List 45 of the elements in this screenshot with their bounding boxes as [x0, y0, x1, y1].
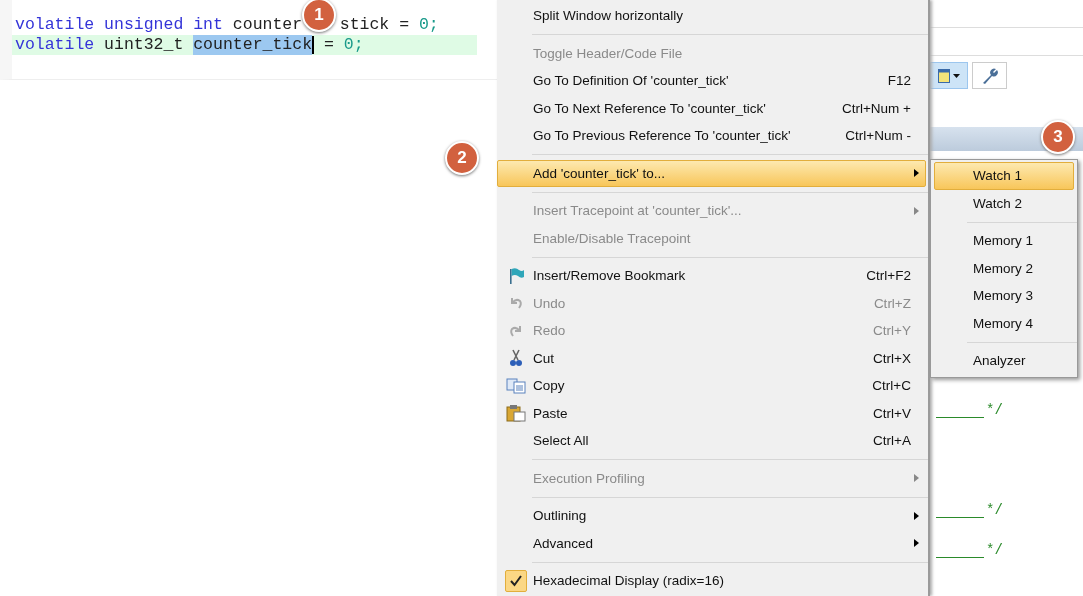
submenu-item[interactable]: Watch 1: [934, 162, 1074, 190]
selected-code-text: counter_tick: [193, 35, 313, 55]
code-text: volatile: [15, 15, 95, 35]
menu-item[interactable]: Hexadecimal Display (radix=16): [497, 567, 926, 595]
code-text: int: [193, 15, 223, 35]
copy-icon: [505, 377, 526, 394]
submenu-item[interactable]: Memory 4: [934, 309, 1074, 337]
step-badge: 3: [1041, 120, 1075, 154]
menu-item[interactable]: Outlining: [497, 502, 926, 530]
menu-item[interactable]: Insert/Remove Bookmark Ctrl+F2: [497, 262, 926, 290]
submenu-item[interactable]: Memory 1: [934, 227, 1074, 255]
code-comment: */: [986, 542, 1003, 558]
caret-icon: [953, 73, 960, 78]
submenu-item[interactable]: Memory 3: [934, 282, 1074, 310]
menu-item[interactable]: Split Window horizontally: [497, 2, 926, 30]
step-badge: 2: [445, 141, 479, 175]
scissors-icon: [507, 349, 524, 368]
menu-item[interactable]: Select All Ctrl+A: [497, 427, 926, 455]
menu-item[interactable]: Go To Definition Of 'counter_tick' F12: [497, 67, 926, 95]
menu-item[interactable]: Cut Ctrl+X: [497, 344, 926, 372]
code-text: counter: [232, 15, 303, 35]
code-comment: */: [986, 502, 1003, 518]
menu-item[interactable]: Paste Ctrl+V: [497, 399, 926, 427]
code-text: unsigned: [104, 15, 184, 35]
code-text: volatile: [15, 35, 95, 55]
code-text: 0;: [343, 35, 364, 55]
menu-item[interactable]: Copy Ctrl+C: [497, 372, 926, 400]
submenu-item[interactable]: Watch 2: [934, 189, 1074, 217]
code-comment: */: [986, 402, 1003, 418]
code-text: =: [323, 35, 334, 55]
toolbar-button[interactable]: [972, 62, 1007, 89]
code-text: =: [399, 15, 410, 35]
menu-item[interactable]: Add 'counter_tick' to...: [497, 159, 926, 187]
toolbar-dropdown-button[interactable]: [930, 62, 968, 89]
menu-item[interactable]: Go To Previous Reference To 'counter_tick' Ctrl+Num -: [497, 122, 926, 150]
submenu-item[interactable]: Analyzer: [934, 347, 1074, 375]
code-text: stick: [339, 15, 390, 35]
step-badge: 1: [302, 0, 336, 32]
menu-item[interactable]: Go To Next Reference To 'counter_tick' Ctrl+Num +: [497, 94, 926, 122]
menu-item[interactable]: Advanced: [497, 529, 926, 557]
code-text: 0;: [418, 15, 439, 35]
submenu-item[interactable]: Memory 2: [934, 254, 1074, 282]
window-icon: [938, 68, 950, 83]
code-text: uint32_t: [104, 35, 184, 55]
paste-icon: [505, 404, 526, 423]
